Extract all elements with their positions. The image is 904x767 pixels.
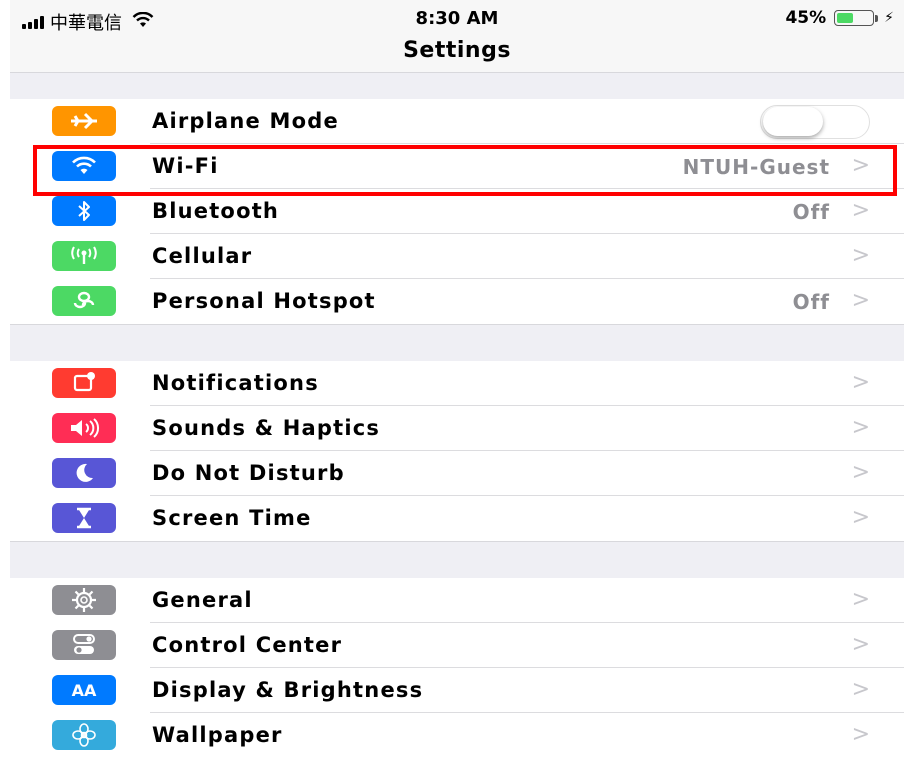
row-label: Airplane Mode [152,109,339,133]
wifi-icon [52,151,116,181]
row-label: Notifications [152,371,319,395]
chevron-right-icon: > [851,722,870,747]
settings-row-general[interactable]: General > [10,578,904,623]
settings-row-wifi[interactable]: Wi-Fi NTUH-Guest > [10,144,904,189]
battery-icon [834,10,875,26]
moon-icon [52,458,116,488]
status-bar: 中華電信 8:30 AM 45% ⚡ [10,0,904,36]
chevron-right-icon: > [851,460,870,485]
chevron-right-icon: > [851,243,870,268]
status-time: 8:30 AM [415,8,499,29]
battery-tip [875,14,879,22]
settings-row-airplane-mode: Airplane Mode [10,99,904,144]
settings-group-notifications: Notifications > Sounds & Haptics > Do No… [10,361,904,541]
row-label: Do Not Disturb [152,461,345,485]
row-label: General [152,588,253,612]
wallpaper-icon [52,720,116,750]
cellular-icon [52,241,116,271]
chevron-right-icon: > [851,370,870,395]
hotspot-icon [52,286,116,316]
chevron-right-icon: > [851,288,870,313]
settings-row-sounds-haptics[interactable]: Sounds & Haptics > [10,406,904,451]
chevron-right-icon: > [851,505,870,530]
hotspot-value: Off [792,290,830,314]
settings-group-general: General > Control Center > AA Display & … [10,578,904,758]
row-label: Wi-Fi [152,154,219,178]
settings-row-do-not-disturb[interactable]: Do Not Disturb > [10,451,904,496]
hourglass-icon [52,503,116,533]
chevron-right-icon: > [851,415,870,440]
section-spacer [10,541,904,579]
chevron-right-icon: > [851,632,870,657]
chevron-right-icon: > [851,153,870,178]
settings-row-bluetooth[interactable]: Bluetooth Off > [10,189,904,234]
notifications-icon [52,368,116,398]
toggle-knob [763,107,823,136]
settings-row-control-center[interactable]: Control Center > [10,623,904,668]
settings-group-connectivity: Airplane Mode Wi-Fi NTUH-Guest > Bluetoo… [10,99,904,324]
bluetooth-icon [52,196,116,226]
row-label: Sounds & Haptics [152,416,381,440]
settings-row-notifications[interactable]: Notifications > [10,361,904,406]
settings-row-screen-time[interactable]: Screen Time > [10,496,904,541]
chevron-right-icon: > [851,587,870,612]
settings-row-display-brightness[interactable]: AA Display & Brightness > [10,668,904,713]
charging-bolt-icon: ⚡ [884,10,894,26]
settings-screen: 中華電信 8:30 AM 45% ⚡ Settings Airplane Mod… [0,0,904,767]
settings-row-cellular[interactable]: Cellular > [10,234,904,279]
page-title: Settings [403,38,511,63]
section-spacer [10,324,904,362]
settings-row-personal-hotspot[interactable]: Personal Hotspot Off > [10,279,904,324]
battery-percent: 45% [785,8,827,28]
display-icon: AA [52,675,116,705]
navigation-bar: Settings [10,36,904,72]
row-label: Screen Time [152,506,312,530]
airplane-icon [52,106,116,136]
status-right: 45% ⚡ [785,8,894,28]
row-label: Wallpaper [152,723,283,747]
section-spacer [10,72,904,100]
control-center-icon [52,630,116,660]
wifi-network-value: NTUH-Guest [682,155,830,179]
speaker-icon [52,413,116,443]
settings-row-wallpaper[interactable]: Wallpaper > [10,713,904,758]
gear-icon [52,585,116,615]
row-label: Personal Hotspot [152,289,376,313]
display-icon-glyph: AA [71,680,97,700]
row-label: Bluetooth [152,199,280,223]
row-label: Control Center [152,633,343,657]
bluetooth-value: Off [792,200,830,224]
chevron-right-icon: > [851,677,870,702]
row-label: Cellular [152,244,253,268]
chevron-right-icon: > [851,198,870,223]
airplane-mode-toggle[interactable] [760,105,870,139]
row-label: Display & Brightness [152,678,424,702]
